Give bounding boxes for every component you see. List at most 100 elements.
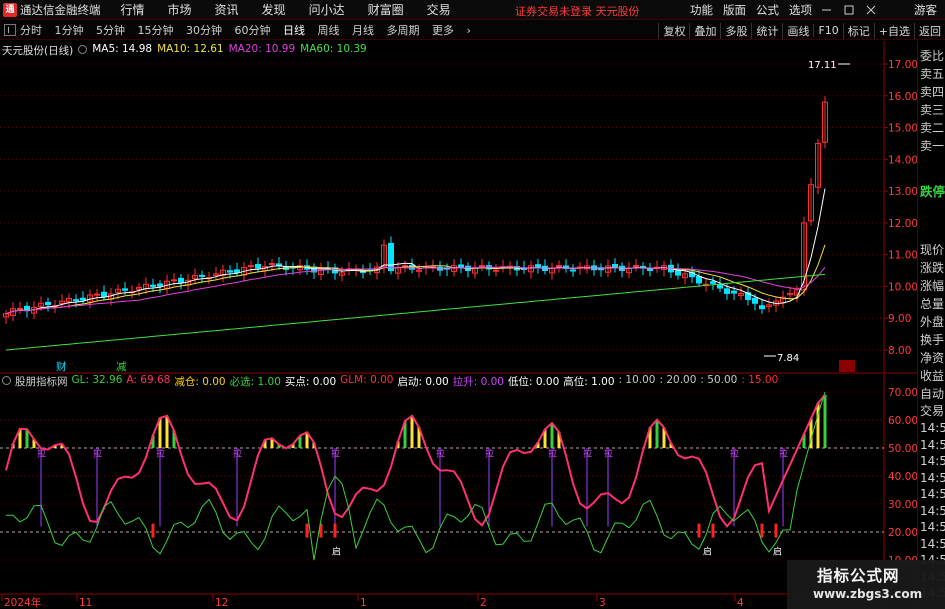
tab-intraday[interactable]: 分时 <box>20 24 42 37</box>
tab-weekly[interactable]: 周线 <box>318 24 340 37</box>
window-controls[interactable] <box>820 3 880 17</box>
watermark-title: 指标公式网 <box>817 567 900 585</box>
sidebar-stat-label: 收益 <box>920 369 945 383</box>
date-axis-label: 2 <box>480 597 487 609</box>
indicator-legend-item: 必选: 1.00 <box>229 376 281 388</box>
menu-item-formula[interactable]: 公式 <box>756 2 779 18</box>
candle-body <box>479 265 485 268</box>
candle-body <box>45 301 51 306</box>
menu-item-news[interactable]: 资讯 <box>215 1 239 18</box>
kline-legend: 天元股份(日线) MA5: 14.98 MA10: 12.61 MA20: 10… <box>2 43 367 58</box>
ma60-label: MA60: 10.39 <box>300 43 367 55</box>
candle-body <box>535 264 541 268</box>
indicator-legend-item: A: 69.68 <box>126 374 171 386</box>
low-price-label: 7.84 <box>777 353 799 364</box>
tab-30min[interactable]: 30分钟 <box>186 24 222 37</box>
menu-item-layout[interactable]: 版面 <box>723 2 746 18</box>
f10-button[interactable]: F10 <box>813 24 842 37</box>
restore-icon <box>844 5 854 15</box>
sidebar-order-label: 卖四 <box>920 85 945 99</box>
tab-more[interactable]: 更多 › <box>432 24 471 37</box>
date-axis-label: 4 <box>737 597 744 609</box>
sidebar-stat-label: 现价 <box>920 243 945 257</box>
chart-canvas[interactable]: 17.00 16.00 15.00 14.00 13.00 12.00 11.00 10.00… <box>0 41 917 609</box>
candle-body <box>101 291 107 298</box>
candle-body <box>493 269 499 272</box>
candle-body <box>409 264 415 270</box>
price-axis-label: 15.00 <box>888 123 917 135</box>
overlay-button[interactable]: 叠加 <box>689 22 720 39</box>
sidebar-stat-label: 净资 <box>920 351 945 365</box>
sidebar-stat-label: 总量 <box>920 297 945 311</box>
ma20-label: MA20: 10.99 <box>228 43 296 55</box>
pull-marker-label: 拉 <box>730 447 739 459</box>
candle-body <box>647 268 653 272</box>
menu-item-trade[interactable]: 交易 <box>427 1 451 18</box>
sidebar-extra-label: 自动 <box>920 387 945 401</box>
tick-time-label: 14:56 <box>920 437 945 452</box>
pull-marker-label: 拉 <box>604 447 613 459</box>
multi-stock-button[interactable]: 多股 <box>720 22 751 39</box>
candle-body <box>171 279 177 282</box>
menu-item-market[interactable]: 市场 <box>168 1 192 18</box>
tick-time-label: 14:56 <box>920 536 945 551</box>
tab-5min[interactable]: 5分钟 <box>96 24 125 37</box>
indicator-settings-icon[interactable] <box>2 376 11 385</box>
add-watchlist-button[interactable]: +自选 <box>873 22 914 39</box>
candle-body <box>73 299 79 302</box>
pull-marker-label: 拉 <box>233 447 242 459</box>
date-axis-label: 12 <box>215 597 228 609</box>
quote-sidebar: 委比卖五卖四卖三卖二卖一跌停现价涨跌涨幅总量外盘换手净资收益自动交易 14:56 1… <box>917 41 945 609</box>
stats-button[interactable]: 统计 <box>751 22 782 39</box>
indicator-legend-item: : 10.00 <box>618 374 656 386</box>
menu-item-ask[interactable]: 问小达 <box>309 1 345 18</box>
sidebar-stat-label: 涨幅 <box>920 279 945 293</box>
price-axis-label: 9.00 <box>888 313 911 325</box>
login-warning[interactable]: 证券交易未登录 天元股份 <box>515 3 640 19</box>
tab-1min[interactable]: 1分钟 <box>55 24 84 37</box>
tab-multi-period[interactable]: 多周期 <box>387 24 420 37</box>
tab-60min[interactable]: 60分钟 <box>235 24 271 37</box>
indicator-legend-item: 低位: 0.00 <box>508 376 560 388</box>
menu-item-wealth[interactable]: 财富圈 <box>368 1 404 18</box>
toolbar-right-buttons: 复权 叠加 多股 统计 画线 F10 标记 +自选 返回 <box>658 21 945 40</box>
period-tabs: 分时 1分钟 5分钟 15分钟 30分钟 60分钟 日线 周线 月线 多周期 更… <box>20 22 480 38</box>
price-axis-label: 8.00 <box>888 345 911 357</box>
candle-body <box>157 283 163 287</box>
tab-15min[interactable]: 15分钟 <box>138 24 174 37</box>
menu-item-discover[interactable]: 发现 <box>262 1 286 18</box>
candle-body <box>269 263 275 266</box>
price-axis-label: 13.00 <box>888 186 917 198</box>
mark-button[interactable]: 标记 <box>842 22 874 39</box>
candle-body <box>633 265 639 268</box>
tick-time-label: 14:56 <box>920 487 945 501</box>
ma10-label: MA10: 12.61 <box>157 43 224 55</box>
guest-label[interactable]: 游客 <box>914 2 937 18</box>
tab-daily[interactable]: 日线 <box>283 24 305 37</box>
candle-body <box>199 274 205 277</box>
indicator-legend-item: 启动: 0.00 <box>397 376 449 388</box>
sidebar-stat-label: 涨跌 <box>920 261 945 275</box>
pull-marker-label: 拉 <box>485 447 494 459</box>
back-button[interactable]: 返回 <box>914 22 945 39</box>
stock-name: 天元股份(日线) <box>2 45 74 57</box>
draw-line-button[interactable]: 画线 <box>782 22 813 39</box>
menu-item-options[interactable]: 选项 <box>789 2 812 18</box>
price-axis-label: 14.00 <box>888 154 917 166</box>
indicator-axis-label: 20.00 <box>888 527 917 539</box>
tab-monthly[interactable]: 月线 <box>352 24 374 37</box>
panel-toggle-icon[interactable] <box>4 24 16 36</box>
candle-body <box>752 297 758 304</box>
reduce-mark: 减 <box>116 361 127 373</box>
corner-mark <box>839 360 855 372</box>
menu-item-quotes[interactable]: 行情 <box>121 1 145 18</box>
menu-item-function[interactable]: 功能 <box>690 2 713 18</box>
settings-circle-icon[interactable] <box>78 45 88 54</box>
restore-rights-button[interactable]: 复权 <box>658 22 689 39</box>
sidebar-order-label: 卖一 <box>920 139 945 153</box>
ma5-label: MA5: 14.98 <box>92 43 153 55</box>
app-logo-icon: 通 <box>3 2 17 17</box>
high-price-label: 17.11 <box>808 60 837 71</box>
tick-time-label: 14:56 <box>920 421 945 435</box>
tab-more-label: 更多 <box>432 24 454 37</box>
